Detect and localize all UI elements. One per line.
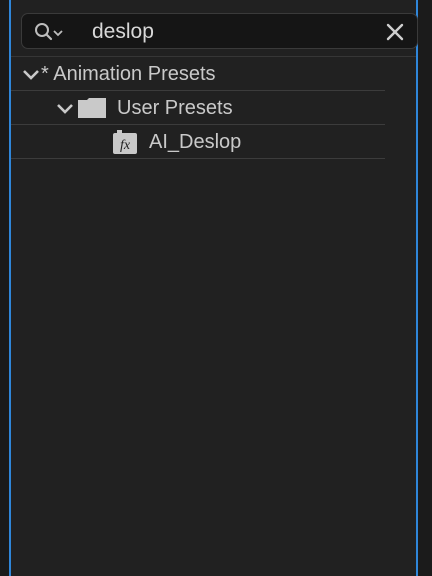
tree-item-animation-presets[interactable]: * Animation Presets <box>21 57 216 91</box>
panel-gutter <box>418 0 432 576</box>
search-icon[interactable] <box>34 22 64 42</box>
tree-item-label: * Animation Presets <box>41 62 216 85</box>
search-input[interactable] <box>92 19 372 45</box>
clear-search-icon[interactable] <box>385 22 405 42</box>
row-divider <box>11 158 385 159</box>
tree-item-label: AI_Deslop <box>149 130 242 153</box>
chevron-down-icon[interactable] <box>21 66 41 82</box>
tree-item-ai-deslop[interactable]: fx AI_Deslop <box>113 125 241 159</box>
search-bar[interactable] <box>21 13 418 49</box>
svg-text:fx: fx <box>120 138 131 153</box>
chevron-down-icon[interactable] <box>55 100 75 116</box>
tree-item-label: User Presets <box>117 96 233 119</box>
folder-icon <box>78 98 106 118</box>
tree-item-user-presets[interactable]: User Presets <box>55 91 233 125</box>
search-options-chevron-icon <box>53 30 63 37</box>
fx-preset-icon: fx <box>113 130 137 154</box>
effects-presets-panel: * Animation Presets User Presets fx AI_D… <box>9 0 418 576</box>
